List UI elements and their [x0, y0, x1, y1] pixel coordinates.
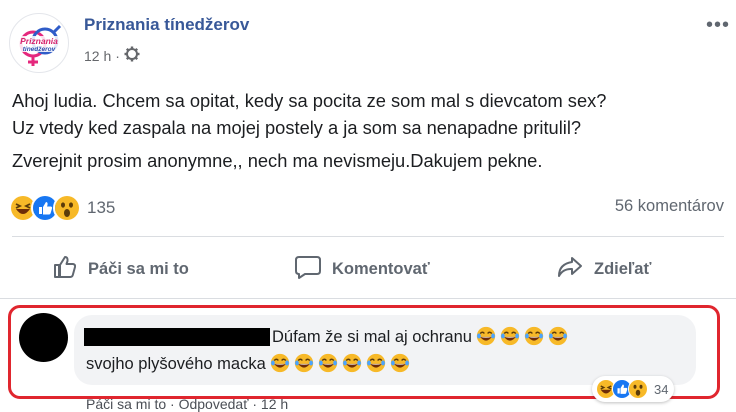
tears-of-joy-emoji-icon — [318, 353, 338, 373]
tears-of-joy-emoji-icon — [500, 326, 520, 346]
like-label: Páči sa mi to — [88, 259, 189, 278]
tears-of-joy-emoji-icon — [342, 353, 362, 373]
more-options-icon[interactable]: ••• — [706, 14, 730, 37]
comment-label: Komentovať — [332, 259, 430, 278]
thumbs-up-icon — [52, 254, 78, 285]
wow-reaction-icon — [628, 379, 648, 399]
comment-emoji-row-2 — [266, 353, 410, 373]
tears-of-joy-emoji-icon — [294, 353, 314, 373]
post-text-line-3: Zverejnit prosim anonymne,, nech ma nevi… — [12, 150, 543, 171]
comment-reply-link[interactable]: Odpovedať — [179, 396, 249, 412]
page-avatar[interactable]: Priznania tínedžerov — [9, 13, 69, 73]
share-label: Zdieľať — [594, 259, 652, 278]
reactions-summary[interactable]: 135 — [9, 193, 115, 223]
like-button[interactable]: Páči sa mi to — [52, 252, 189, 286]
post-text-line-2: Uz vtedy ked zaspala na mojej postely a … — [12, 117, 582, 138]
dot-separator: · — [252, 396, 258, 412]
post-meta: 12 h · — [84, 46, 140, 65]
tears-of-joy-emoji-icon — [476, 326, 496, 346]
globe-icon — [124, 46, 140, 65]
comment-like-link[interactable]: Páči sa mi to — [86, 396, 166, 412]
logo-text-bottom: tínedžerov — [23, 46, 56, 53]
tears-of-joy-emoji-icon — [366, 353, 386, 373]
dot-separator: · — [170, 396, 175, 412]
post-text-line-1: Ahoj ludia. Chcem sa opitat, kedy sa poc… — [12, 90, 607, 111]
wow-reaction-icon — [53, 194, 81, 222]
comment-emoji-row-1 — [472, 326, 568, 346]
share-button[interactable]: Zdieľať — [556, 252, 651, 286]
tears-of-joy-emoji-icon — [524, 326, 544, 346]
reaction-count[interactable]: 135 — [87, 198, 115, 218]
comment-text: Dúfam že si mal aj ochranu — [272, 328, 472, 346]
divider — [0, 298, 736, 299]
redacted-author-name[interactable] — [84, 328, 270, 346]
comment-actions: Páči sa mi to · Odpovedať · 12 h — [86, 396, 288, 412]
tears-of-joy-emoji-icon — [548, 326, 568, 346]
post-time[interactable]: 12 h — [84, 48, 111, 64]
commenter-avatar[interactable] — [19, 313, 68, 362]
share-arrow-icon — [556, 254, 584, 285]
comment-text-line-2: svojho plyšového macka — [86, 353, 410, 374]
comment-button[interactable]: Komentovať — [294, 252, 430, 286]
comments-count-link[interactable]: 56 komentárov — [615, 197, 724, 216]
speech-bubble-icon — [294, 254, 322, 285]
logo-text-top: Priznania — [20, 36, 58, 46]
comment-reaction-count: 34 — [654, 381, 669, 397]
tears-of-joy-emoji-icon — [390, 353, 410, 373]
comment-reactions[interactable]: 34 — [592, 376, 675, 402]
page-logo: Priznania tínedžerov — [17, 24, 62, 66]
divider — [12, 236, 724, 237]
comment-text: svojho plyšového macka — [86, 355, 266, 373]
tears-of-joy-emoji-icon — [270, 353, 290, 373]
meta-separator: · — [115, 47, 120, 64]
comment-text-line-1: Dúfam že si mal aj ochranu — [272, 326, 568, 347]
comment-time[interactable]: 12 h — [261, 396, 288, 412]
page-name-link[interactable]: Priznania tínedžerov — [84, 15, 249, 35]
